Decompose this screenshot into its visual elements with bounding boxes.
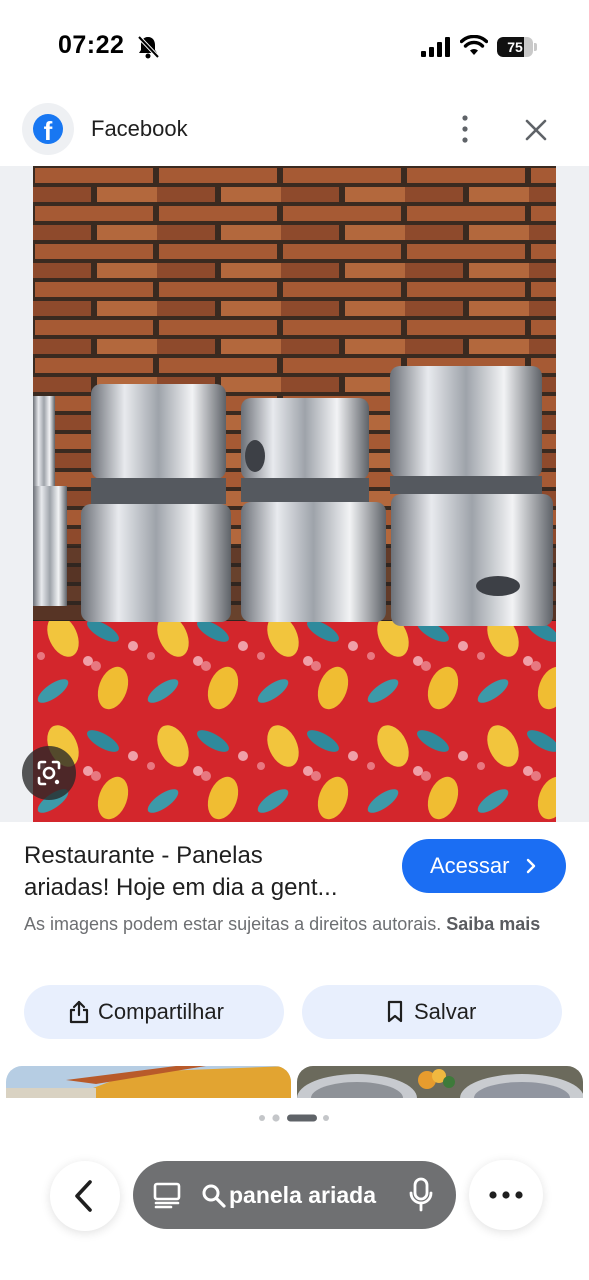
bookmark-icon [387, 1000, 403, 1023]
back-button[interactable] [50, 1161, 120, 1231]
more-horizontal-icon [489, 1191, 523, 1199]
image-preview [0, 166, 589, 822]
search-bar[interactable]: panela ariada [133, 1161, 456, 1229]
search-icon [202, 1184, 226, 1208]
save-button[interactable]: Salvar [302, 985, 562, 1039]
signal-icon [421, 37, 450, 57]
battery-level: 75 [507, 39, 523, 55]
bottom-navigation: panela ariada [0, 1098, 589, 1280]
chevron-right-icon [526, 858, 536, 874]
tabs-icon[interactable] [153, 1181, 181, 1209]
battery-icon: 75 [497, 37, 537, 57]
source-name: Facebook [91, 116, 188, 141]
lens-icon[interactable] [22, 746, 76, 800]
status-bar: 07:22 75 [0, 0, 589, 92]
result-title-line-2: ariadas! Hoje em dia a gent... [24, 874, 338, 901]
share-button[interactable]: Compartilhar [24, 985, 284, 1039]
share-icon [69, 1000, 89, 1024]
visit-button-label: Acessar [430, 853, 510, 878]
result-title-line-1: Restaurante - Panelas [24, 842, 263, 869]
result-title[interactable]: Restaurante - Panelas ariadas! Hoje em d… [24, 840, 384, 904]
wifi-icon [460, 35, 488, 55]
search-query: panela ariada [229, 1182, 377, 1208]
learn-more-link[interactable]: Saiba mais [446, 914, 540, 934]
visit-button[interactable]: Acessar [402, 839, 566, 893]
bell-slash-icon [137, 35, 159, 59]
result-photo[interactable] [33, 166, 556, 822]
more-menu-button[interactable] [469, 1160, 543, 1230]
page-indicator [259, 1114, 329, 1122]
related-image-1[interactable] [6, 1066, 291, 1098]
status-time: 07:22 [58, 31, 125, 59]
facebook-icon: f [22, 103, 74, 155]
share-label: Compartilhar [98, 999, 224, 1024]
related-image-2[interactable] [297, 1066, 583, 1098]
back-icon [75, 1180, 92, 1212]
mic-icon[interactable] [408, 1177, 434, 1213]
close-icon[interactable] [520, 114, 552, 146]
more-vertical-icon[interactable] [450, 112, 480, 146]
copyright-notice: As imagens podem estar sujeitas a direit… [24, 911, 554, 938]
copyright-text: As imagens podem estar sujeitas a direit… [24, 914, 442, 934]
save-label: Salvar [414, 999, 477, 1024]
result-header: f Facebook [0, 92, 589, 166]
